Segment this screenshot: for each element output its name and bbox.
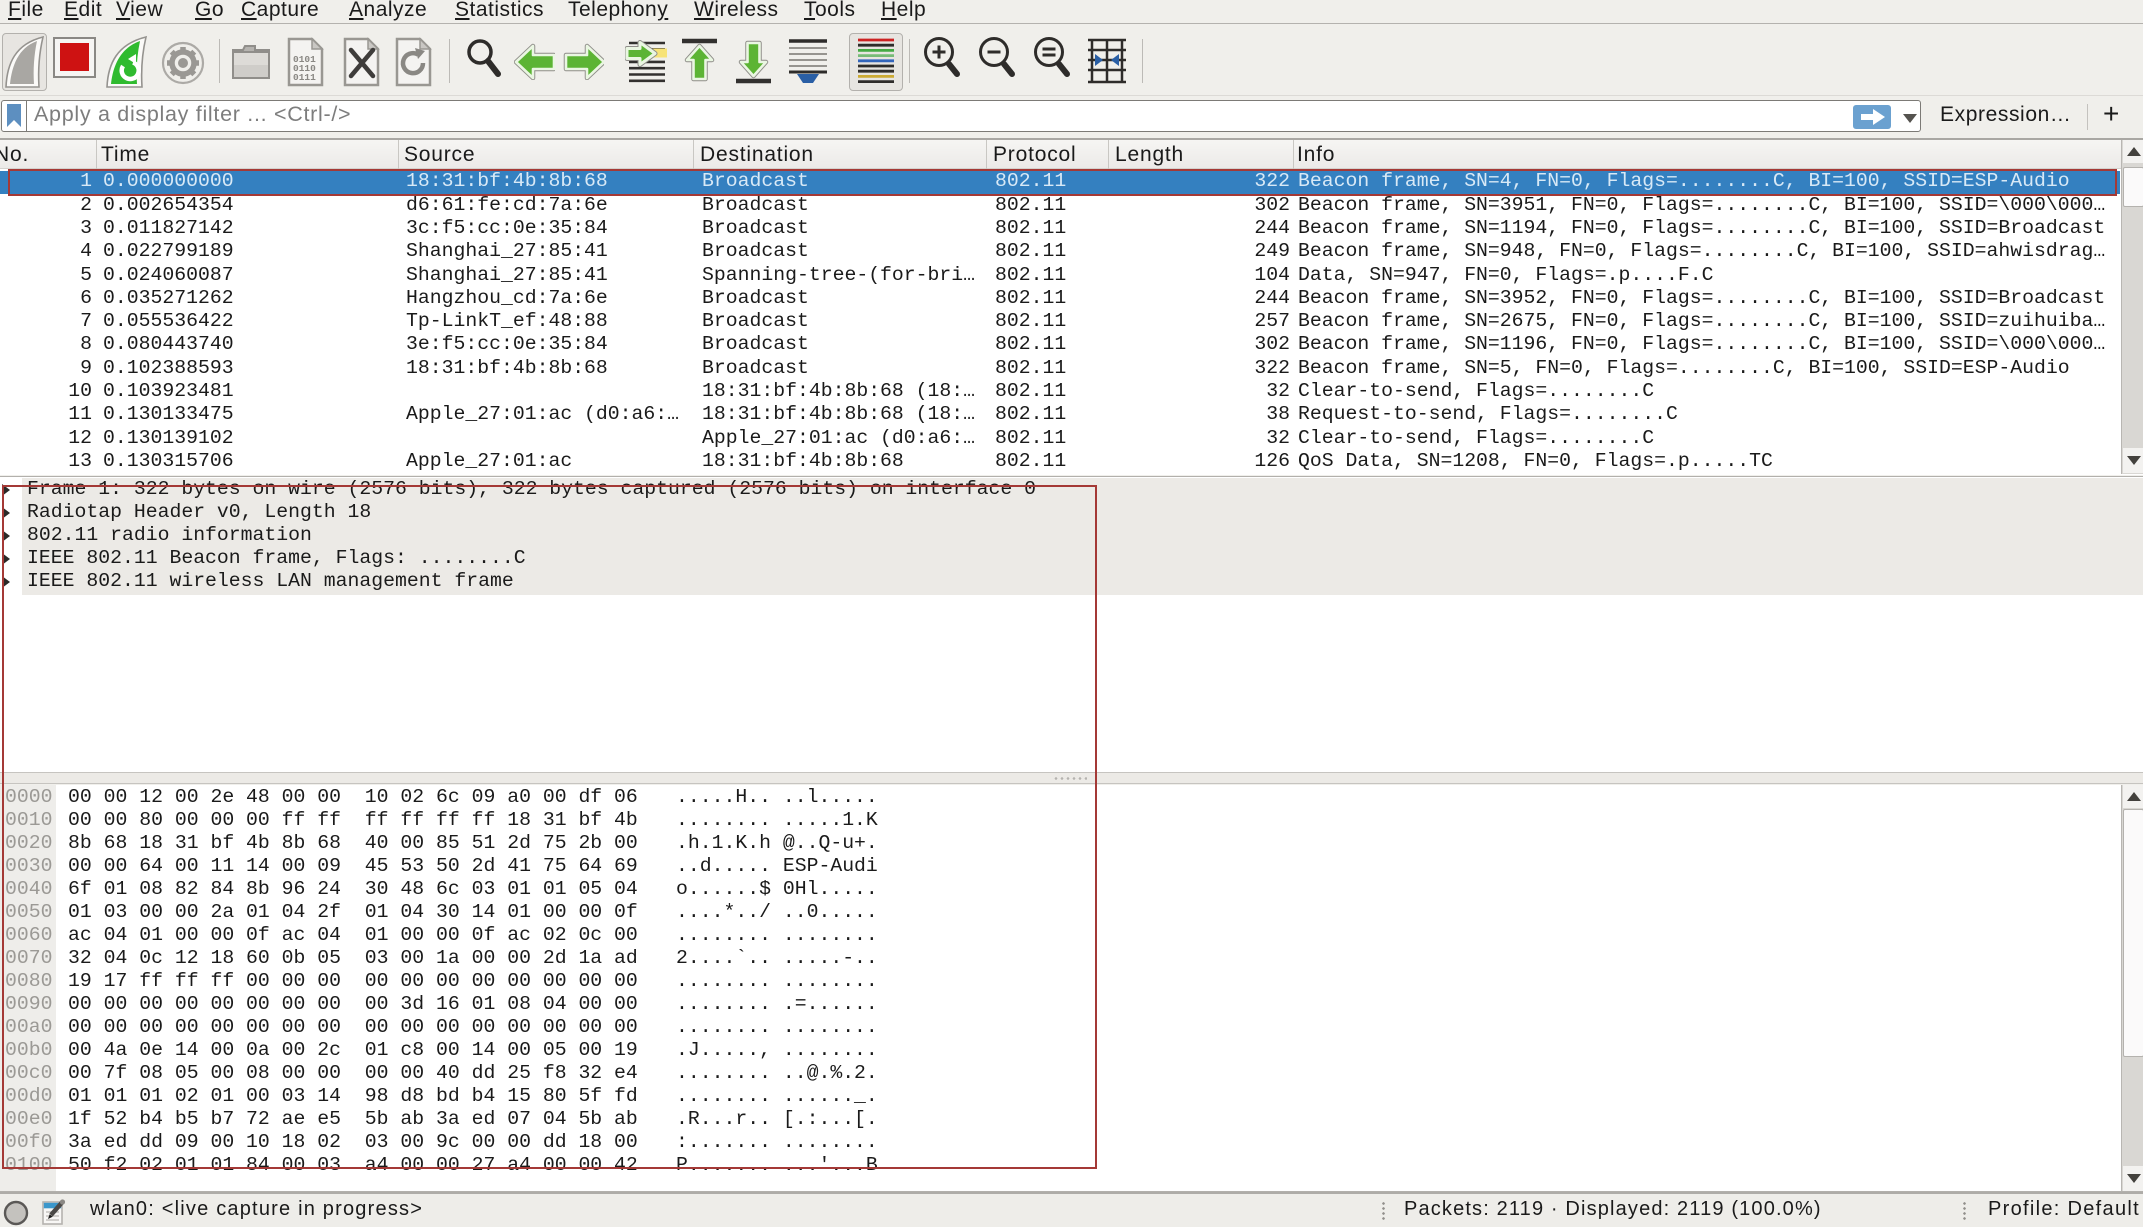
svg-text:0111: 0111 bbox=[293, 72, 316, 83]
